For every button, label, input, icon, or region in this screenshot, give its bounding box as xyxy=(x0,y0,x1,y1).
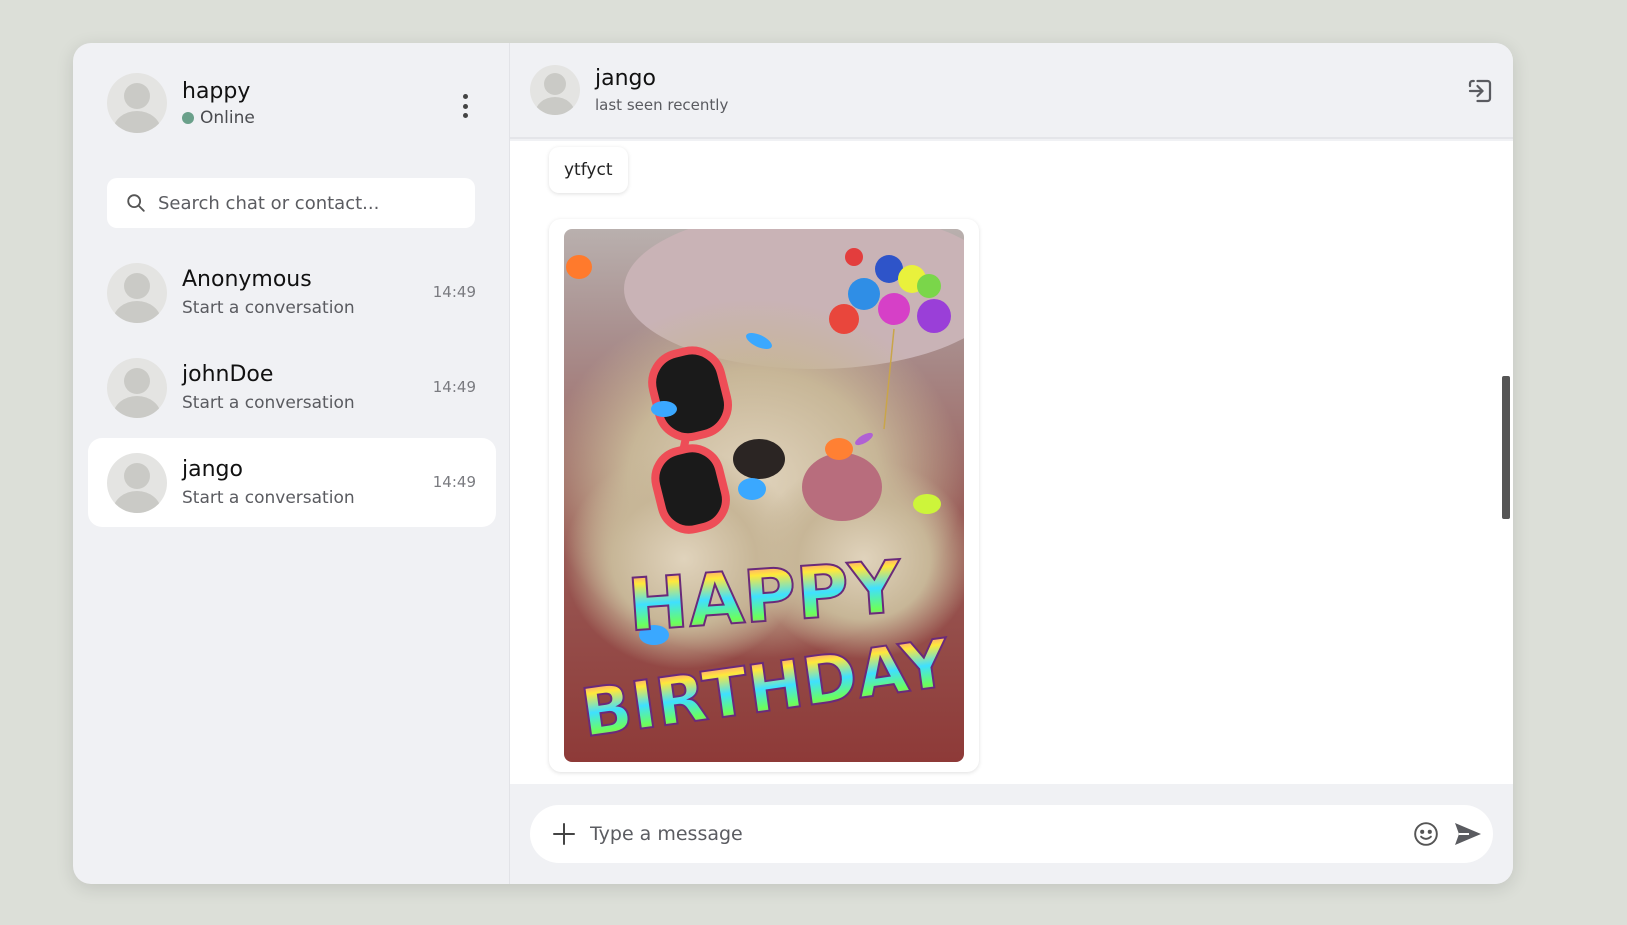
chat-preview: Start a conversation xyxy=(182,488,355,508)
birthday-gif-image: HAPPY BIRTHDAY xyxy=(564,229,964,762)
logout-icon[interactable] xyxy=(1465,76,1495,106)
conversation-panel: jango last seen recently ytfyct HAPPY BI… xyxy=(510,43,1513,884)
message-input[interactable] xyxy=(590,823,1370,845)
chat-name: johnDoe xyxy=(182,362,274,387)
contact-avatar[interactable] xyxy=(530,65,580,115)
send-icon[interactable] xyxy=(1453,821,1483,847)
online-dot-icon xyxy=(182,111,194,124)
kebab-menu-icon[interactable] xyxy=(453,91,477,121)
plus-icon[interactable] xyxy=(552,822,576,846)
current-user: happy Online xyxy=(107,73,477,133)
search-input[interactable] xyxy=(158,192,458,214)
avatar xyxy=(107,452,167,513)
emoji-icon[interactable] xyxy=(1413,821,1439,847)
user-status: Online xyxy=(182,108,255,128)
avatar[interactable] xyxy=(107,73,167,133)
contact-status: last seen recently xyxy=(595,96,729,114)
user-status-label: Online xyxy=(200,107,255,128)
chat-app: happy Online Anonymous Start a conversat… xyxy=(73,43,1513,884)
chat-item-johndoe[interactable]: johnDoe Start a conversation 14:49 xyxy=(88,343,496,432)
chat-time: 14:49 xyxy=(432,283,476,301)
image-message[interactable]: HAPPY BIRTHDAY xyxy=(549,219,979,772)
chat-list: Anonymous Start a conversation 14:49 joh… xyxy=(88,248,496,533)
conversation-header: jango last seen recently xyxy=(510,43,1513,139)
contact-name: jango xyxy=(595,66,656,91)
search-icon xyxy=(127,194,145,212)
chat-item-anonymous[interactable]: Anonymous Start a conversation 14:49 xyxy=(88,248,496,337)
message-area[interactable]: ytfyct HAPPY BIRTHDAY xyxy=(510,141,1513,784)
chat-name: jango xyxy=(182,457,243,482)
sidebar: happy Online Anonymous Start a conversat… xyxy=(73,43,510,884)
chat-preview: Start a conversation xyxy=(182,298,355,318)
message-bubble: ytfyct xyxy=(549,147,628,193)
user-name: happy xyxy=(182,78,251,104)
composer-area xyxy=(510,784,1513,884)
chat-item-jango[interactable]: jango Start a conversation 14:49 xyxy=(88,438,496,527)
avatar xyxy=(107,262,167,323)
chat-name: Anonymous xyxy=(182,267,312,292)
message-composer[interactable] xyxy=(530,805,1493,863)
search-box[interactable] xyxy=(107,178,475,228)
chat-time: 14:49 xyxy=(432,473,476,491)
chat-time: 14:49 xyxy=(432,378,476,396)
avatar xyxy=(107,357,167,418)
scrollbar[interactable] xyxy=(1502,376,1510,519)
chat-preview: Start a conversation xyxy=(182,393,355,413)
